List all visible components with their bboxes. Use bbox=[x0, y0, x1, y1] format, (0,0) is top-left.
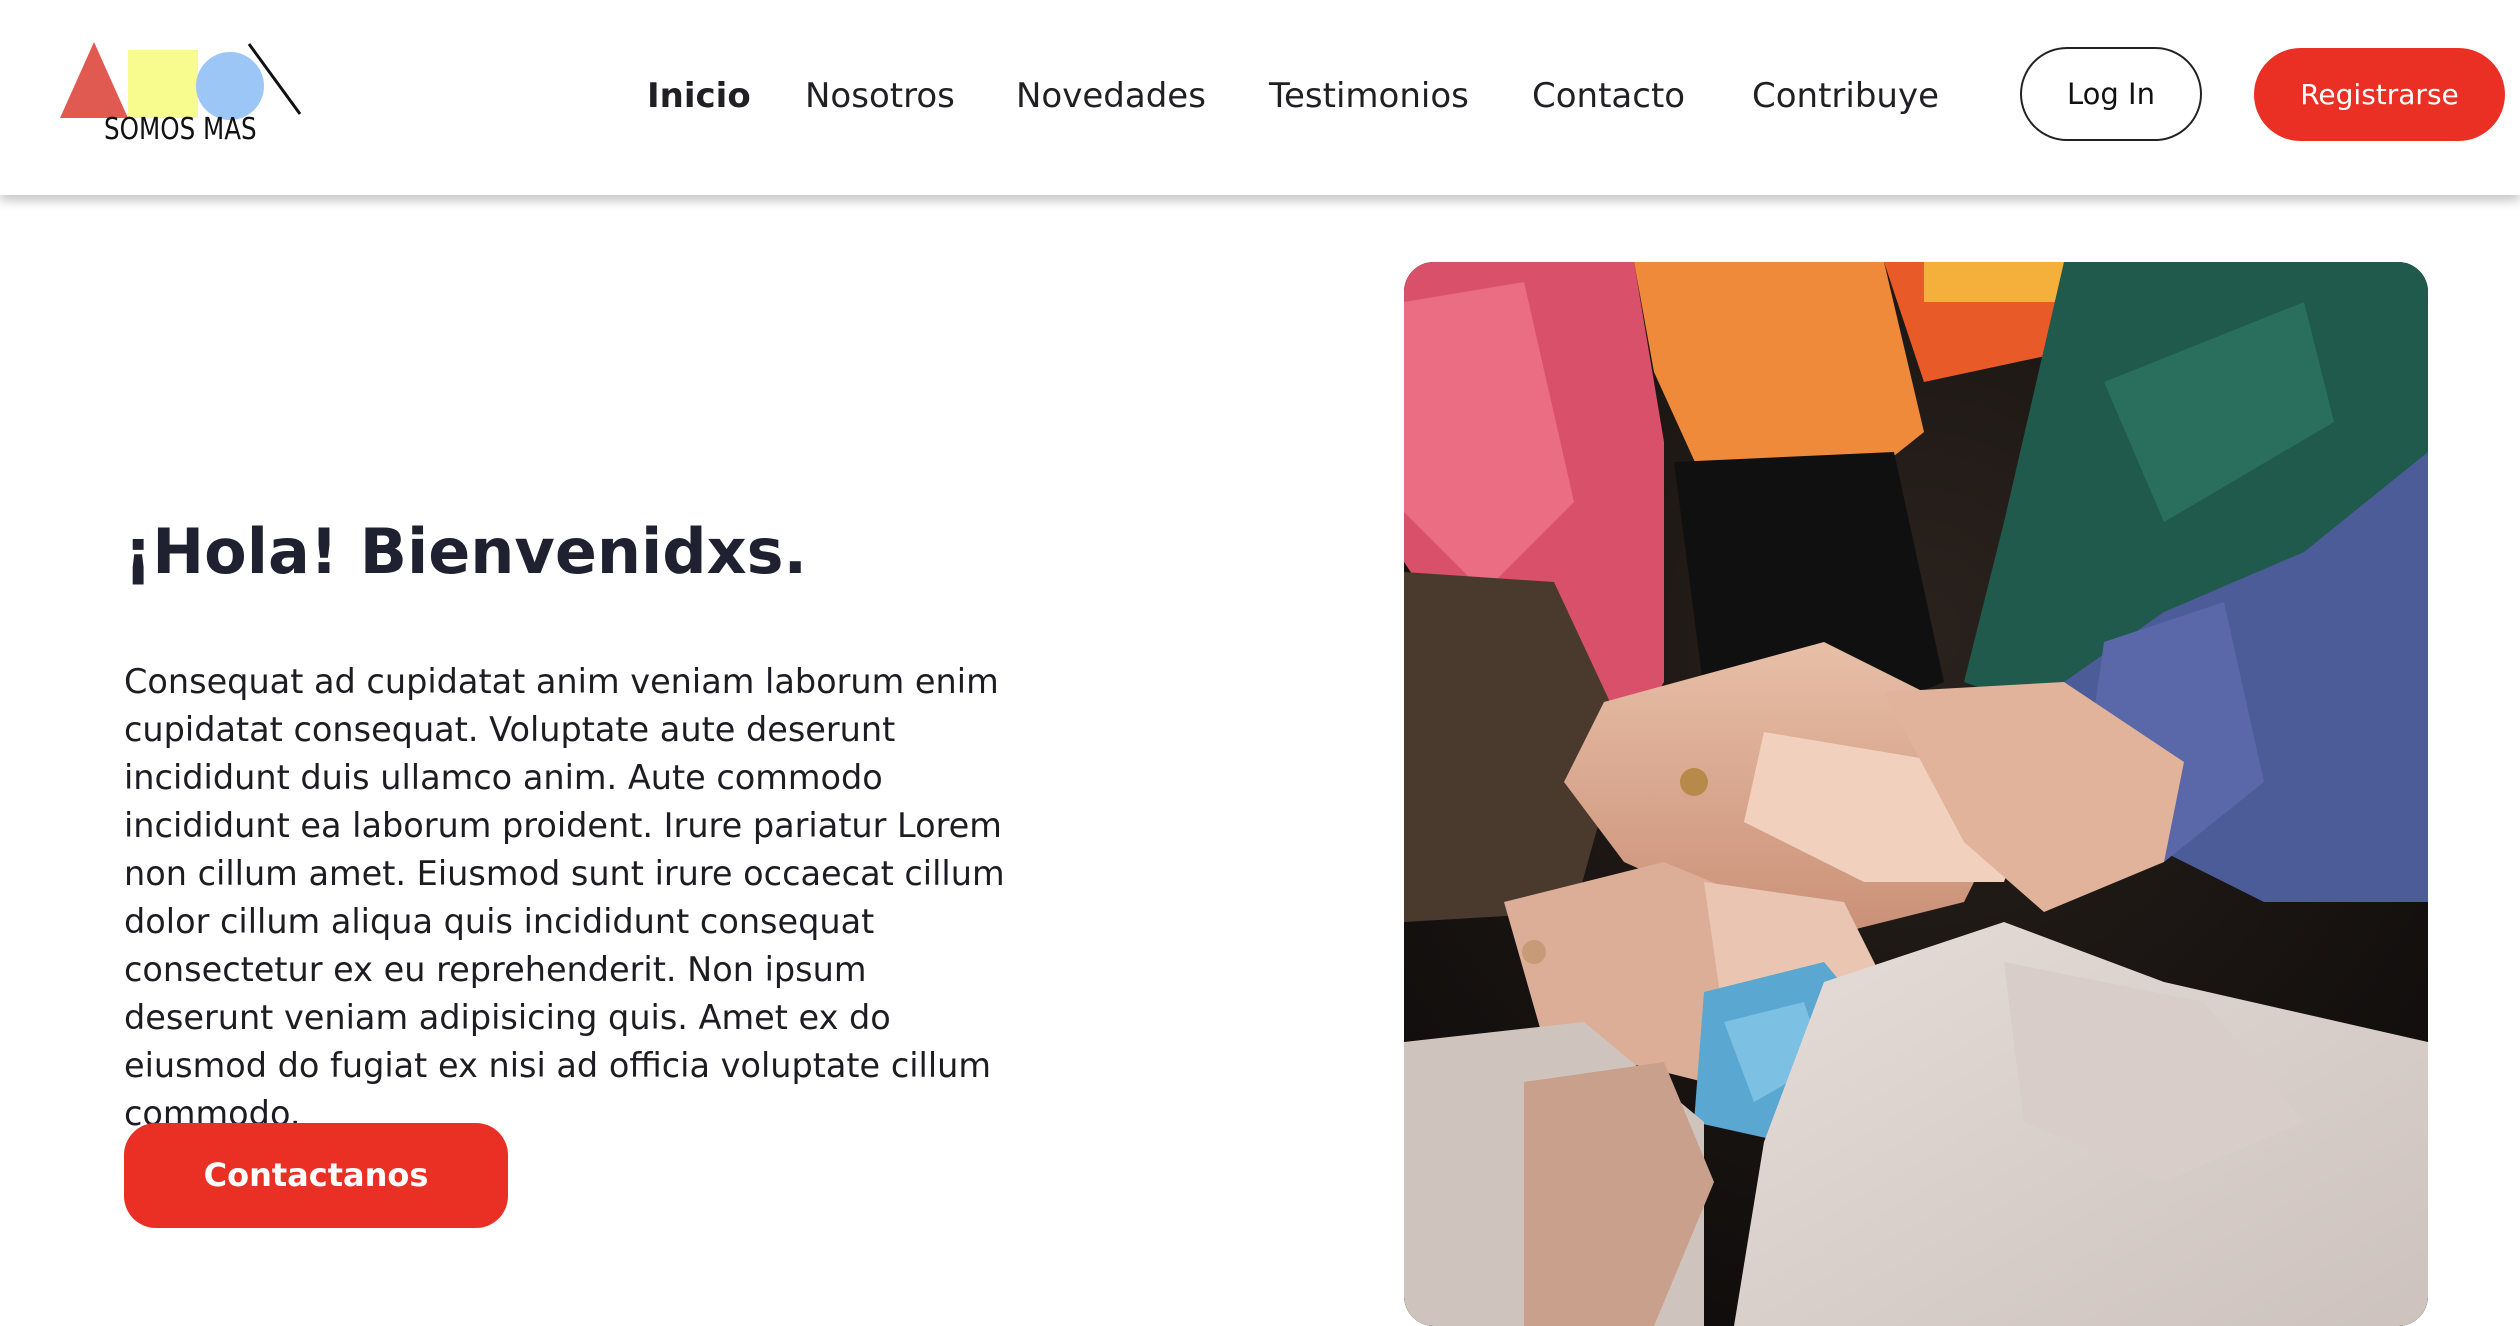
nav-item-inicio[interactable]: Inicio bbox=[647, 68, 751, 124]
contact-button[interactable]: Contactanos bbox=[124, 1123, 508, 1228]
hero-title: ¡Hola! Bienvenidxs. bbox=[124, 514, 808, 588]
nav-item-novedades[interactable]: Novedades bbox=[1016, 68, 1206, 124]
register-button[interactable]: Registrarse bbox=[2254, 48, 2505, 141]
login-button[interactable]: Log In bbox=[2020, 47, 2202, 141]
brand-logo[interactable]: SOMOS MAS bbox=[56, 40, 306, 160]
nav-item-contacto[interactable]: Contacto bbox=[1532, 68, 1685, 124]
hero-image bbox=[1404, 262, 2428, 1326]
logo-text: SOMOS MAS bbox=[104, 112, 257, 147]
nav-item-nosotros[interactable]: Nosotros bbox=[805, 68, 955, 124]
nav-item-contribuye[interactable]: Contribuye bbox=[1752, 68, 1939, 124]
nav-item-testimonios[interactable]: Testimonios bbox=[1269, 68, 1469, 124]
stacked-hands-photo-icon bbox=[1404, 262, 2428, 1326]
hero-description: Consequat ad cupidatat anim veniam labor… bbox=[124, 661, 1005, 1133]
site-header: SOMOS MAS Inicio Nosotros Novedades Test… bbox=[0, 0, 2520, 195]
